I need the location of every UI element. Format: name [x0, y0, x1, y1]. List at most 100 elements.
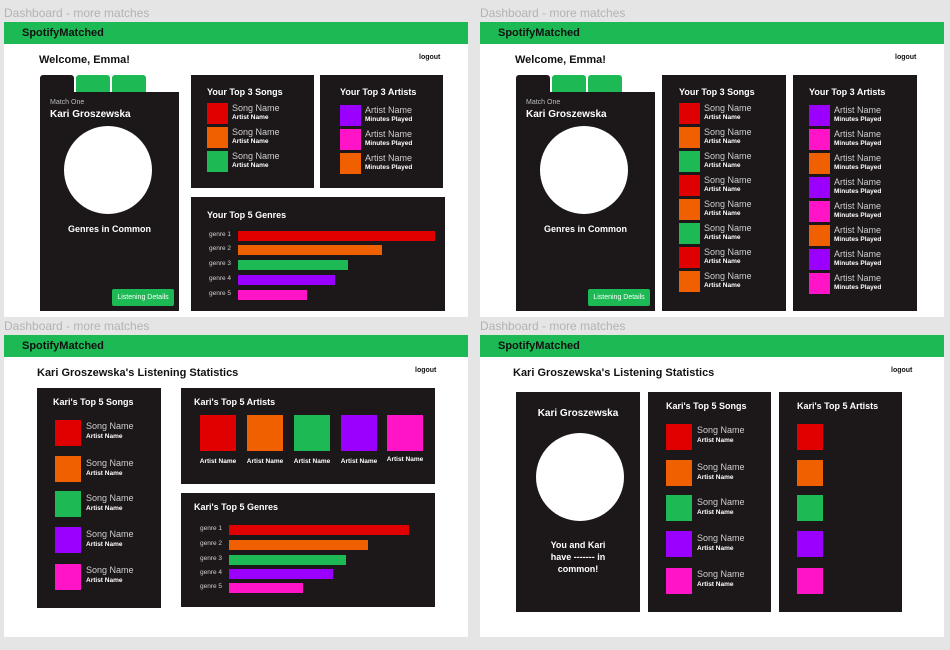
- genre-label: genre 5: [209, 290, 232, 297]
- song-artist: Artist Name: [704, 258, 741, 265]
- artist-image: [341, 415, 377, 451]
- logout-link[interactable]: logout: [895, 54, 916, 61]
- app-brand[interactable]: SpotifyMatched: [480, 22, 944, 44]
- artist-name: Artist Name: [834, 129, 882, 139]
- artist-image: [809, 153, 830, 174]
- song-name: Song Name: [704, 127, 752, 137]
- song-cover: [55, 456, 81, 482]
- song-name: Song Name: [704, 271, 752, 281]
- genre-label: genre 4: [209, 275, 232, 282]
- song-name: Song Name: [704, 247, 752, 257]
- match-card: Match One Kari Groszewska Genres in Comm…: [40, 92, 179, 311]
- song-artist: Artist Name: [86, 505, 123, 512]
- song-name: Song Name: [697, 425, 745, 435]
- genres-in-common-label: Genres in Common: [543, 224, 627, 234]
- dashboard-frame: SpotifyMatched Welcome, Emma! logout Mat…: [4, 22, 468, 317]
- song-artist: Artist Name: [704, 138, 741, 145]
- genre-bar: [238, 275, 335, 285]
- song-artist: Artist Name: [704, 210, 741, 217]
- kari-top-songs-panel: Kari's Top 5 Songs Song Name Artist Name…: [648, 392, 771, 612]
- song-name: Song Name: [697, 462, 745, 472]
- artist-image: [340, 129, 361, 150]
- song-cover: [679, 247, 700, 268]
- listening-details-button[interactable]: Listening Details: [588, 289, 650, 306]
- song-cover: [679, 175, 700, 196]
- genre-bar: [238, 245, 382, 255]
- song-cover: [55, 564, 81, 590]
- logout-link[interactable]: logout: [419, 54, 440, 61]
- song-cover: [666, 568, 692, 594]
- match-tab-2[interactable]: [76, 75, 110, 93]
- song-artist: Artist Name: [232, 114, 269, 121]
- song-cover: [207, 151, 228, 172]
- song-cover: [55, 420, 81, 446]
- logout-link[interactable]: logout: [415, 367, 436, 374]
- listening-details-button[interactable]: Listening Details: [112, 289, 174, 306]
- logout-link[interactable]: logout: [891, 367, 912, 374]
- dashboard-frame-expanded: SpotifyMatched Welcome, Emma! logout Mat…: [480, 22, 944, 317]
- song-cover: [679, 223, 700, 244]
- song-name: Song Name: [86, 565, 134, 575]
- genre-bar: [229, 525, 409, 535]
- match-tab-3[interactable]: [588, 75, 622, 93]
- song-artist: Artist Name: [704, 186, 741, 193]
- song-name: Song Name: [697, 497, 745, 507]
- artist-name: Artist Name: [246, 458, 284, 465]
- artist-image: [340, 153, 361, 174]
- app-brand[interactable]: SpotifyMatched: [4, 22, 468, 44]
- genres-in-common-label: Genres in Common: [67, 224, 151, 234]
- top-artists-panel: Your Top 3 Artists Artist Name Minutes P…: [793, 75, 917, 311]
- top-artists-panel: Your Top 3 Artists Artist Name Minutes P…: [320, 75, 443, 188]
- song-artist: Artist Name: [697, 581, 734, 588]
- song-artist: Artist Name: [697, 474, 734, 481]
- artist-name: Artist Name: [834, 201, 882, 211]
- artist-image: [809, 177, 830, 198]
- song-cover: [207, 103, 228, 124]
- artist-image: [797, 460, 823, 486]
- minutes-played: Minutes Played: [365, 116, 413, 123]
- minutes-played: Minutes Played: [834, 164, 882, 171]
- genre-bar: [229, 569, 333, 579]
- genre-label: genre 5: [200, 583, 223, 590]
- song-name: Song Name: [704, 151, 752, 161]
- artist-image: [340, 105, 361, 126]
- artist-image: [387, 415, 423, 451]
- artist-name: Artist Name: [386, 456, 424, 463]
- listening-stats-frame: SpotifyMatched Kari Groszewska's Listeni…: [4, 335, 468, 637]
- artist-image: [797, 531, 823, 557]
- artist-name: Artist Name: [834, 177, 882, 187]
- match-tab-1[interactable]: [40, 75, 74, 93]
- top-artists-title: Your Top 3 Artists: [809, 87, 886, 97]
- match-tab-2[interactable]: [552, 75, 586, 93]
- artist-image: [797, 495, 823, 521]
- minutes-played: Minutes Played: [834, 212, 882, 219]
- welcome-heading: Welcome, Emma!: [515, 54, 606, 66]
- song-name: Song Name: [697, 569, 745, 579]
- app-brand[interactable]: SpotifyMatched: [4, 335, 468, 357]
- frame-label: Dashboard - more matches: [4, 319, 150, 333]
- match-avatar: [540, 126, 628, 214]
- kari-top-songs-title: Kari's Top 5 Songs: [53, 397, 134, 407]
- listening-stats-profile-frame: SpotifyMatched Kari Groszewska's Listeni…: [480, 335, 944, 637]
- song-artist: Artist Name: [86, 577, 123, 584]
- genre-label: genre 3: [200, 555, 223, 562]
- stats-title: Kari Groszewska's Listening Statistics: [37, 367, 239, 379]
- genre-bar: [229, 555, 346, 565]
- artist-name: Artist Name: [293, 458, 331, 465]
- artist-name: Artist Name: [340, 458, 378, 465]
- artist-image: [294, 415, 330, 451]
- song-artist: Artist Name: [86, 470, 123, 477]
- match-tab-1[interactable]: [516, 75, 550, 93]
- match-tab-3[interactable]: [112, 75, 146, 93]
- song-name: Song Name: [704, 199, 752, 209]
- song-artist: Artist Name: [697, 509, 734, 516]
- song-cover: [207, 127, 228, 148]
- kari-top-artists-title: Kari's Top 5 Artists: [194, 397, 276, 407]
- artist-name: Artist Name: [834, 273, 882, 283]
- song-artist: Artist Name: [86, 541, 123, 548]
- minutes-played: Minutes Played: [834, 140, 882, 147]
- artist-image: [809, 129, 830, 150]
- kari-top-artists-panel: Kari's Top 5 Artists: [779, 392, 902, 612]
- minutes-played: Minutes Played: [834, 116, 882, 123]
- app-brand[interactable]: SpotifyMatched: [480, 335, 944, 357]
